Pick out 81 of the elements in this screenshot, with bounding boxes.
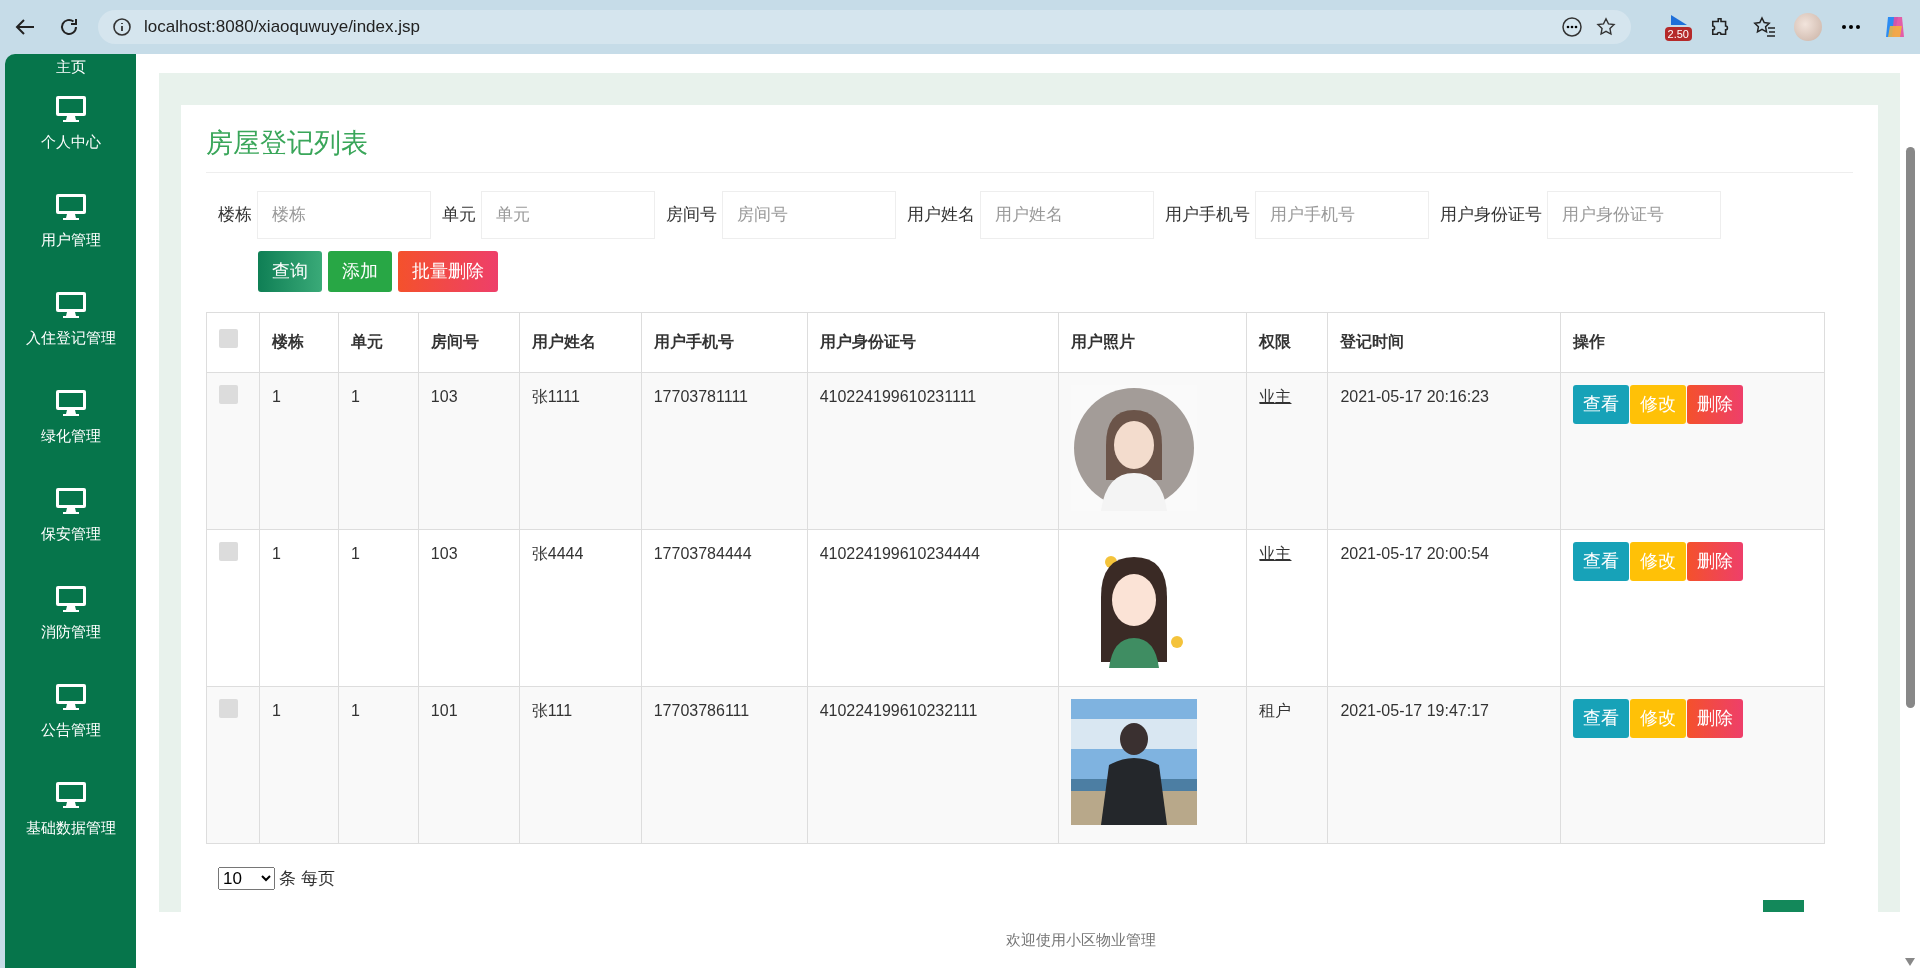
id-number-cell: 410224199610231111 (807, 372, 1059, 529)
phone-cell: 17703781111 (641, 372, 808, 529)
view-button[interactable]: 查看 (1573, 541, 1630, 581)
info-icon (112, 17, 132, 37)
column-header: 操作 (1560, 312, 1825, 372)
room-cell: 103 (418, 372, 520, 529)
url-text: localhost:8080/xiaoquwuye/index.jsp (144, 16, 420, 39)
filter-label: 楼栋 (218, 203, 252, 226)
sidebar-item[interactable]: 个人中心 (40, 130, 101, 153)
sidebar-item[interactable]: 基础数据管理 (25, 816, 116, 839)
column-header: 楼栋 (259, 312, 339, 372)
room-cell: 101 (418, 686, 520, 843)
batch-delete-button[interactable]: 批量删除 (398, 250, 498, 292)
role-text: 租户 (1259, 701, 1292, 719)
more-icon[interactable] (1560, 16, 1583, 38)
column-header: 用户身份证号 (807, 312, 1059, 372)
filter-input[interactable]: 楼栋 (257, 190, 431, 239)
unit-cell: 1 (338, 686, 419, 843)
filter-label: 用户身份证号 (1440, 203, 1542, 226)
name-cell: 张4444 (519, 529, 642, 686)
delete-button[interactable]: 删除 (1687, 541, 1744, 581)
select-all-checkbox[interactable] (219, 329, 238, 348)
sidebar-item[interactable]: 用户管理 (40, 228, 101, 251)
time-cell: 2021-05-17 20:00:54 (1327, 529, 1561, 686)
id-number-cell: 410224199610234444 (807, 529, 1059, 686)
view-button[interactable]: 查看 (1573, 698, 1630, 738)
address-bar[interactable]: localhost:8080/xiaoquwuye/index.jsp (98, 10, 1631, 44)
page-size-label: 条 每页 (279, 867, 335, 890)
sidebar-item[interactable]: 保安管理 (40, 522, 101, 545)
delete-button[interactable]: 删除 (1687, 384, 1744, 424)
filter-label: 用户手机号 (1165, 203, 1250, 226)
delete-button[interactable]: 删除 (1687, 698, 1744, 738)
filter-label: 单元 (442, 203, 476, 226)
time-cell: 2021-05-17 20:16:23 (1327, 372, 1561, 529)
filter-input[interactable]: 房间号 (722, 190, 896, 239)
row-checkbox[interactable] (219, 384, 238, 404)
extension-icon[interactable] (1668, 13, 1689, 26)
row-checkbox[interactable] (219, 541, 238, 561)
name-cell: 张111 (519, 686, 642, 843)
add-button[interactable]: 添加 (328, 250, 392, 292)
sidebar-item[interactable]: 公告管理 (40, 718, 101, 741)
building-cell: 1 (259, 529, 339, 686)
filter-input[interactable]: 用户手机号 (1255, 190, 1429, 239)
filter-input[interactable]: 用户姓名 (980, 190, 1154, 239)
room-cell: 103 (418, 529, 520, 686)
sidebar-item[interactable]: 消防管理 (40, 620, 101, 643)
page-title: 房屋登记列表 (206, 123, 1853, 173)
star-icon[interactable] (1594, 16, 1617, 38)
unit-cell: 1 (338, 529, 419, 686)
sidebar-item[interactable]: 绿化管理 (40, 424, 101, 447)
building-cell: 1 (259, 372, 339, 529)
role-text: 业主 (1259, 544, 1292, 562)
footer-text: 欢迎使用小区物业管理 (1005, 929, 1156, 950)
search-button[interactable]: 查询 (258, 250, 322, 292)
scrollbar[interactable] (1900, 54, 1920, 968)
column-header: 登记时间 (1327, 312, 1561, 372)
column-header: 用户照片 (1058, 312, 1247, 372)
phone-cell: 17703784444 (641, 529, 808, 686)
filter-input[interactable]: 单元 (481, 190, 655, 239)
time-cell: 2021-05-17 19:47:17 (1327, 686, 1561, 843)
view-button[interactable]: 查看 (1573, 384, 1630, 424)
id-number-cell: 410224199610232111 (807, 686, 1059, 843)
extension-badge: 2.50 (1664, 26, 1692, 41)
column-header: 单元 (338, 312, 419, 372)
filter-label: 用户姓名 (907, 203, 975, 226)
row-checkbox[interactable] (219, 698, 238, 718)
sidebar-item[interactable]: 主页 (55, 58, 86, 76)
column-header: 用户姓名 (519, 312, 642, 372)
unit-cell: 1 (338, 372, 419, 529)
page-size-select[interactable]: 10 (218, 866, 275, 890)
column-header: 房间号 (418, 312, 520, 372)
scroll-down-icon[interactable] (1905, 958, 1915, 966)
role-text: 业主 (1259, 387, 1292, 405)
column-header: 用户手机号 (641, 312, 808, 372)
filter-input[interactable]: 用户身份证号 (1547, 190, 1721, 239)
filter-label: 房间号 (666, 203, 717, 226)
phone-cell: 17703786111 (641, 686, 808, 843)
sidebar-item[interactable]: 入住登记管理 (25, 326, 116, 349)
column-header: 权限 (1246, 312, 1328, 372)
building-cell: 1 (259, 686, 339, 843)
name-cell: 张1111 (519, 372, 642, 529)
